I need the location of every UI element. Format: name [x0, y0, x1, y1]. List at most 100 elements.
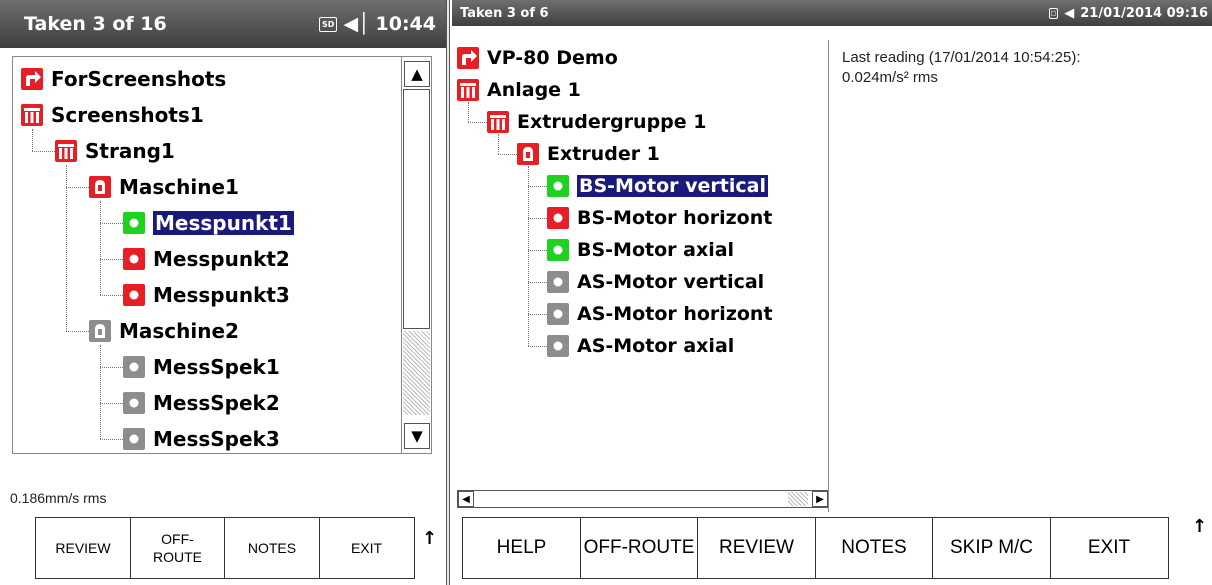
tree-node-label: Messpunkt2	[153, 247, 290, 271]
left-tree-row[interactable]: MessSpek1	[123, 349, 280, 385]
scroll-thumb[interactable]	[403, 89, 430, 329]
left-tree-row[interactable]: MessSpek2	[123, 385, 280, 421]
tree-node-label: BS-Motor axial	[577, 239, 735, 261]
right-softkey-help[interactable]: HELP	[462, 517, 581, 579]
machine-icon	[517, 143, 539, 165]
tree-connector	[528, 282, 547, 283]
measurement-point-icon	[547, 207, 569, 229]
tree-node-label: BS-Motor vertical	[576, 174, 769, 198]
left-tree-row[interactable]: Strang1	[55, 133, 175, 169]
left-softkey-exit[interactable]: EXIT	[318, 517, 415, 579]
left-tree-row[interactable]: ForScreenshots	[21, 61, 226, 97]
left-clock: 10:44	[375, 13, 436, 35]
right-last-reading: Last reading (17/01/2014 10:54:25): 0.02…	[842, 48, 1081, 88]
tree-connector	[66, 187, 89, 188]
tree-node-label: Messpunkt1	[152, 210, 295, 236]
power-plug-icon: ◀	[1064, 5, 1075, 21]
right-tree-row[interactable]: BS-Motor axial	[547, 234, 734, 266]
left-tree-row[interactable]: MessSpek3	[123, 421, 280, 453]
right-tree-row[interactable]: AS-Motor horizont	[547, 298, 773, 330]
left-softkey-off-route[interactable]: OFF- ROUTE	[129, 517, 226, 579]
scroll-right-arrow-icon[interactable]: ▶	[812, 491, 828, 507]
tree-connector	[528, 250, 547, 251]
tree-connector	[528, 218, 547, 219]
tree-connector	[528, 186, 547, 187]
right-tree-row[interactable]: AS-Motor vertical	[547, 266, 764, 298]
sd-card-icon: □	[1048, 7, 1059, 19]
right-device-screen: Taken 3 of 6 □ ◀ 21/01/2014 09:16 VP-80 …	[452, 0, 1212, 585]
tree-node-label: MessSpek3	[153, 427, 280, 451]
right-title: Taken 3 of 6	[460, 5, 549, 21]
right-tree-row[interactable]: Extruder 1	[517, 138, 660, 170]
tree-node-label: ForScreenshots	[51, 67, 227, 91]
right-tree-row[interactable]: Anlage 1	[457, 74, 581, 106]
left-tree-row[interactable]: Maschine1	[89, 169, 239, 205]
scroll-track[interactable]	[403, 331, 430, 415]
right-tree-row[interactable]: VP-80 Demo	[457, 42, 618, 74]
right-tree-row[interactable]: Extrudergruppe 1	[487, 106, 707, 138]
left-tree-row[interactable]: Maschine2	[89, 313, 239, 349]
tree-node-label: Extruder 1	[547, 143, 660, 165]
right-softkey-notes[interactable]: NOTES	[814, 517, 934, 579]
right-route-tree[interactable]: VP-80 Demo Anlage 1 Extrudergruppe 1 Extrud…	[457, 40, 829, 508]
tree-connector	[100, 367, 123, 368]
tree-node-label: Maschine2	[119, 319, 239, 343]
left-tree-row[interactable]: Messpunkt1	[123, 205, 295, 241]
right-softkey-skip-m-c[interactable]: SKIP M/C	[932, 517, 1051, 579]
route-icon	[457, 47, 479, 69]
tree-connector	[100, 201, 101, 295]
left-last-reading: 0.186mm/s rms	[10, 490, 107, 506]
tree-connector	[468, 102, 469, 122]
scroll-left-arrow-icon[interactable]: ◀	[458, 491, 474, 507]
power-plug-icon: ◀│	[343, 13, 370, 35]
left-status-area: SD ◀│ 10:44	[319, 13, 436, 35]
right-softkey-exit[interactable]: EXIT	[1049, 517, 1169, 579]
scroll-up-arrow-icon[interactable]: ▲	[404, 61, 430, 87]
tree-node-label: AS-Motor axial	[577, 335, 735, 357]
left-softkey-review[interactable]: REVIEW	[35, 517, 131, 579]
site-icon	[457, 79, 479, 101]
right-tree-row[interactable]: AS-Motor axial	[547, 330, 734, 362]
measurement-point-icon	[547, 271, 569, 293]
tree-connector	[528, 166, 529, 346]
tree-node-label: Screenshots1	[51, 103, 204, 127]
tree-divider	[828, 40, 829, 512]
measurement-point-icon	[123, 248, 145, 270]
sd-card-icon: SD	[319, 16, 338, 32]
tree-connector	[100, 345, 101, 439]
left-softkey-notes[interactable]: NOTES	[224, 517, 320, 579]
tree-connector	[468, 122, 487, 123]
left-tree-row[interactable]: Messpunkt2	[123, 241, 290, 277]
measurement-point-icon	[547, 335, 569, 357]
right-tree-row[interactable]: BS-Motor vertical	[547, 170, 769, 202]
tree-connector	[498, 154, 517, 155]
tree-node-label: Messpunkt3	[153, 283, 290, 307]
left-route-tree[interactable]: ForScreenshots Screenshots1 Strang1 Maschin…	[12, 56, 432, 454]
left-vertical-scrollbar[interactable]: ▲ ▼	[401, 57, 431, 453]
right-softkey-review[interactable]: REVIEW	[697, 517, 816, 579]
left-device-screen: Taken 3 of 16 SD ◀│ 10:44 ForScreenshots…	[0, 0, 446, 585]
tree-connector	[528, 314, 547, 315]
measurement-point-icon	[123, 284, 145, 306]
tree-node-label: AS-Motor horizont	[577, 303, 773, 325]
tree-node-label: VP-80 Demo	[487, 47, 618, 69]
scroll-down-arrow-icon[interactable]: ▼	[404, 423, 430, 449]
route-icon	[21, 68, 43, 90]
measurement-point-icon	[547, 303, 569, 325]
tree-connector	[498, 134, 499, 154]
tree-connector	[100, 259, 123, 260]
scroll-track[interactable]	[788, 492, 808, 506]
left-tree-row[interactable]: Messpunkt3	[123, 277, 290, 313]
right-softkey-off-route[interactable]: OFF-ROUTE	[579, 517, 699, 579]
tree-connector	[100, 403, 123, 404]
last-reading-timestamp: Last reading (17/01/2014 10:54:25):	[842, 49, 1081, 66]
right-tree-row[interactable]: BS-Motor horizont	[547, 202, 772, 234]
left-title: Taken 3 of 16	[24, 13, 167, 35]
left-tree-row[interactable]: Screenshots1	[21, 97, 204, 133]
measurement-point-icon	[547, 175, 569, 197]
tree-connector	[528, 346, 547, 347]
measurement-point-icon	[123, 392, 145, 414]
measurement-point-icon	[123, 212, 145, 234]
measurement-point-icon	[123, 428, 145, 450]
right-horizontal-scrollbar[interactable]: ◀ ▶	[457, 490, 829, 508]
